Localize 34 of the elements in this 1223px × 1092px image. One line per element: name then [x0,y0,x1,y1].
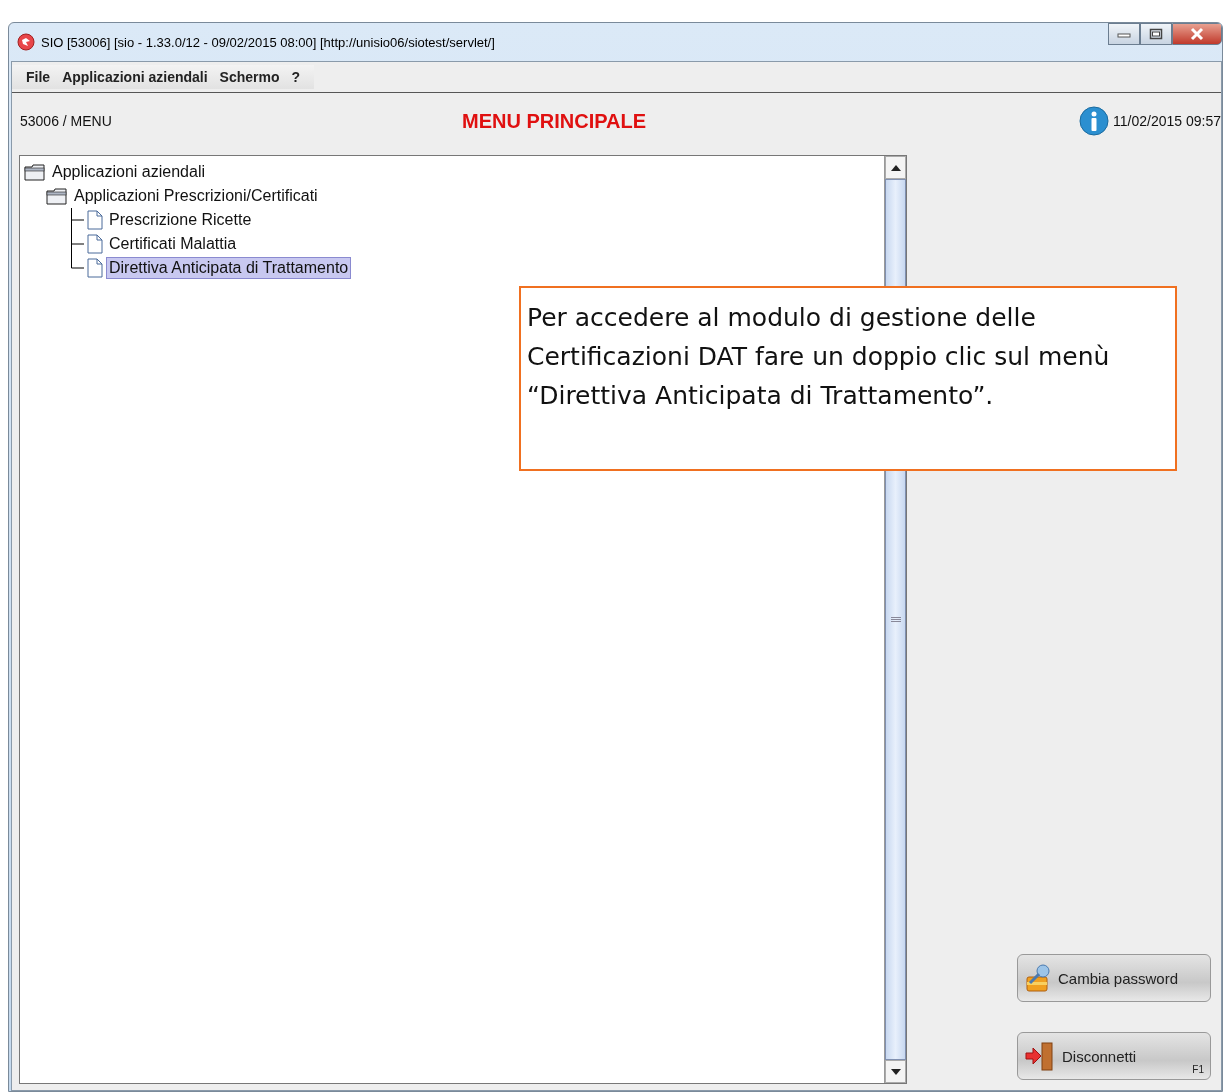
tree-item[interactable]: Direttiva Anticipata di Trattamento [106,257,352,279]
menu-item[interactable]: Applicazioni aziendali [62,69,208,85]
tree-item[interactable]: Prescrizione Ricette [106,209,255,231]
shortcut-key: F1 [1192,1064,1204,1075]
maximize-icon [1149,28,1163,40]
minimize-button[interactable] [1108,23,1140,45]
window-title: SIO [53006] [sio - 1.33.0/12 - 09/02/2015 08:00] [http://unisio06/siotest/servlet/] [41,34,495,50]
page-title: MENU PRINCIPALE [462,109,647,133]
maximize-button[interactable] [1140,23,1172,45]
breadcrumb: 53006 / MENU [20,113,112,129]
document-icon [87,234,103,254]
up-arrow-icon [889,163,902,172]
minimize-icon [1117,30,1131,38]
folder-icon [46,187,68,205]
date-time: 11/02/2015 09:57 [1113,113,1221,129]
tree-item[interactable]: Applicazioni Prescrizioni/Certificati [71,185,321,207]
document-icon [87,258,103,278]
tree-connector [71,208,84,232]
grip-icon [890,616,901,623]
menu-item[interactable]: ? [291,69,301,85]
close-icon [1189,27,1205,41]
tree-item[interactable]: Certificati Malattia [106,233,240,255]
document-icon [87,210,103,230]
instruction-tooltip: Per accedere al modulo di gestione delle Certificazioni DAT fare un doppio clic sul menù “Direttiva Anticipata di Trattamento”. [519,286,1177,471]
app-logo-icon [17,33,35,51]
close-button[interactable] [1172,23,1222,45]
folder-icon [24,163,46,181]
menu-item[interactable]: File [26,69,51,85]
menu-item[interactable]: Schermo [219,69,280,85]
tree-item[interactable]: Applicazioni aziendali [49,161,208,183]
logout-button[interactable]: Disconnetti F1 [1017,1032,1211,1080]
info-icon[interactable] [1079,106,1110,136]
down-arrow-icon [889,1067,902,1076]
change-password-button[interactable]: Cambia password [1017,954,1211,1002]
